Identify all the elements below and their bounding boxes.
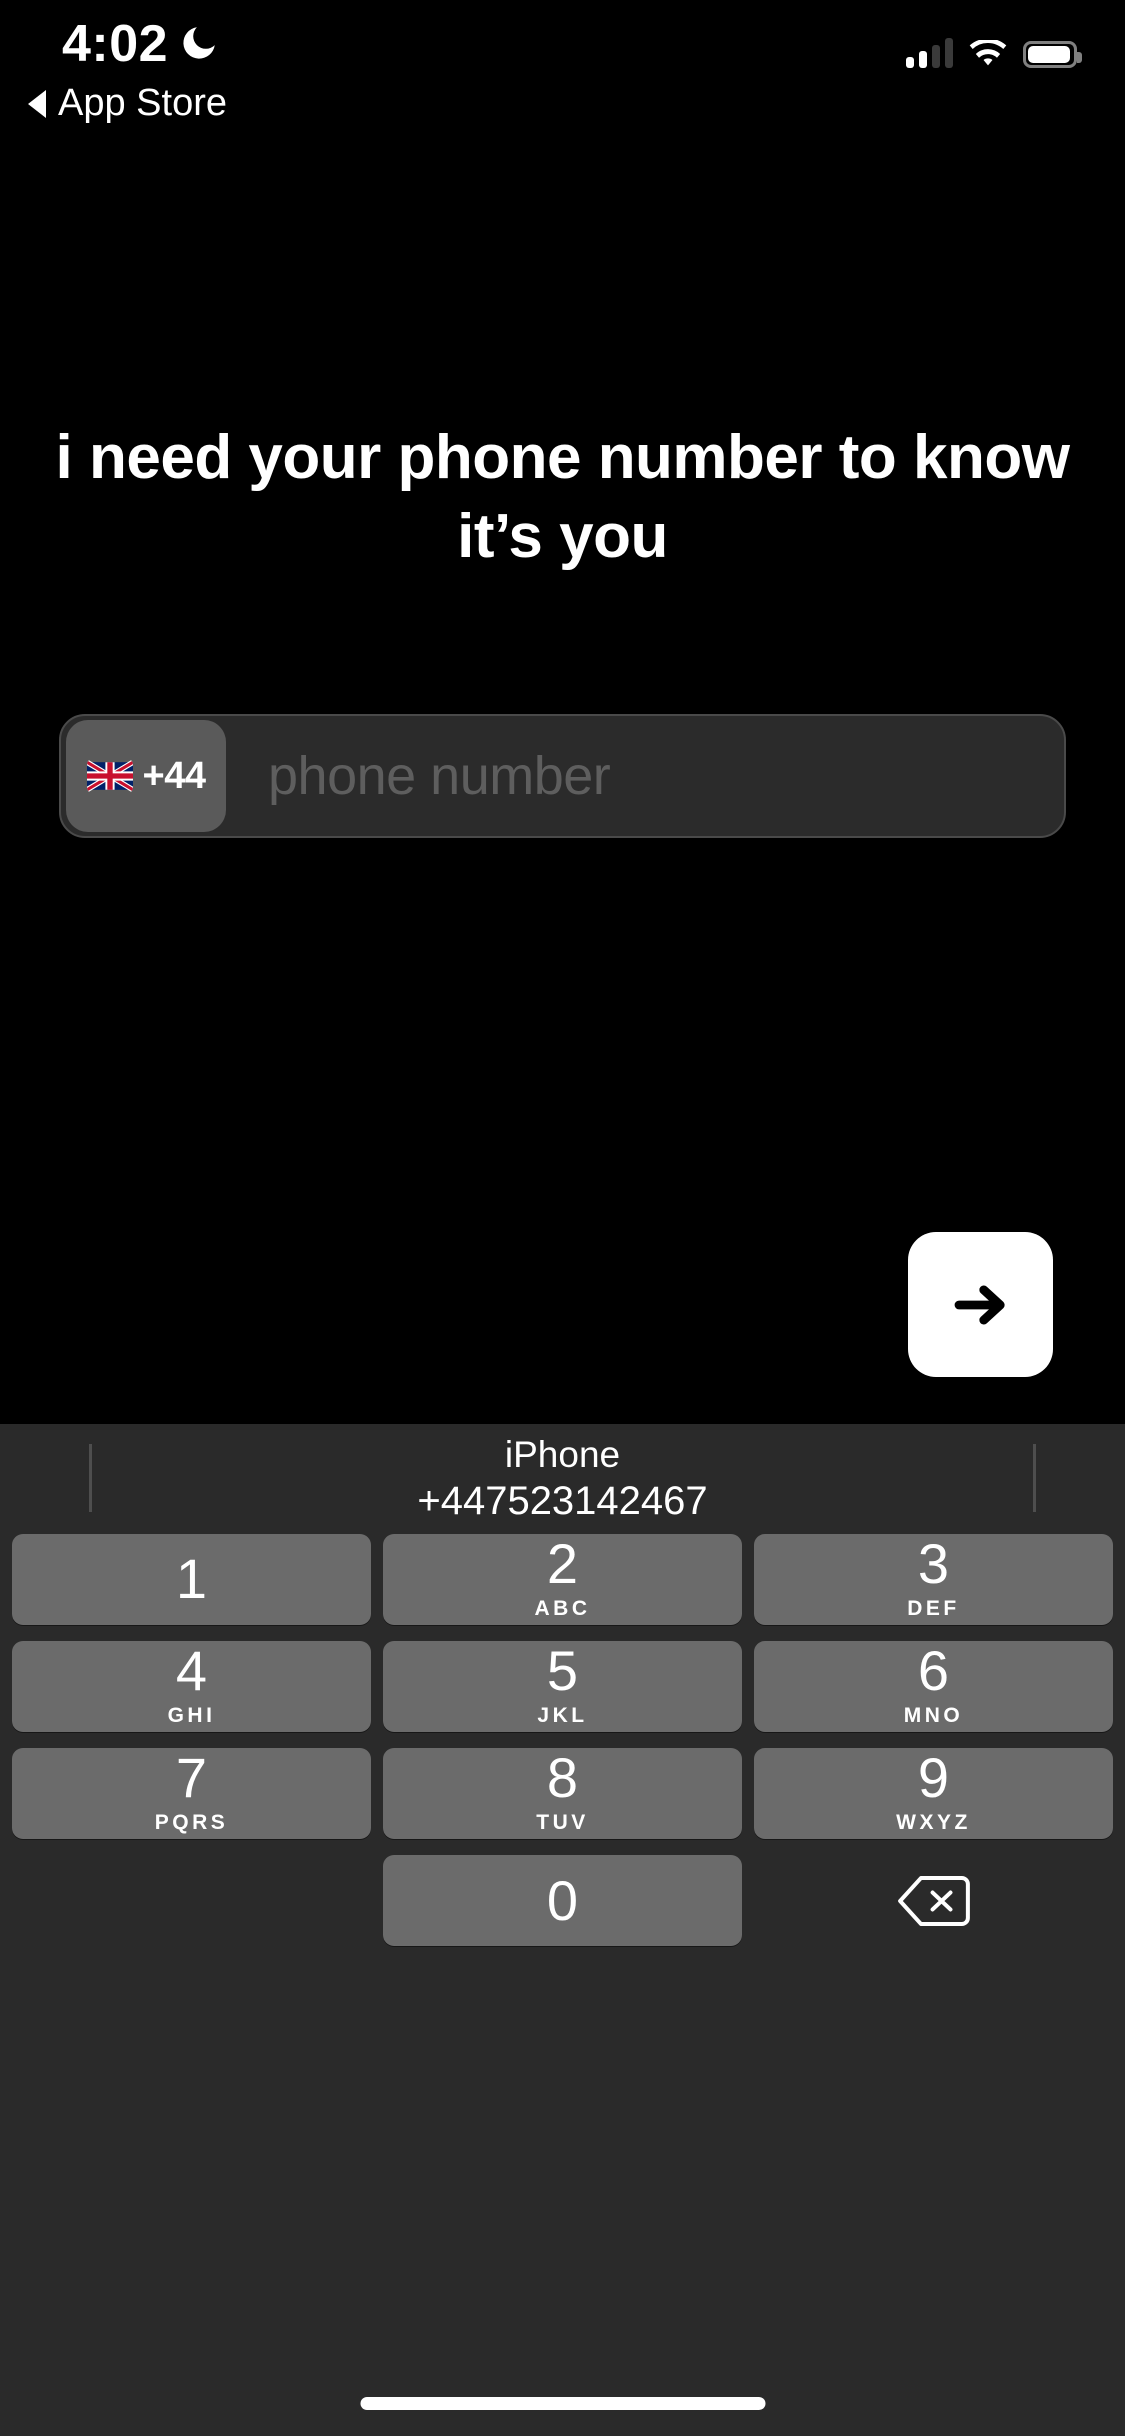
key-letters: JKL	[537, 1704, 588, 1727]
backspace-delete-icon	[897, 1875, 970, 1926]
back-triangle-icon	[28, 89, 46, 118]
battery-icon	[1023, 41, 1082, 68]
key-9[interactable]: 9 WXYZ	[754, 1748, 1113, 1839]
back-to-app-store-link[interactable]: App Store	[28, 82, 227, 125]
page-title: i need your phone number to know it’s yo…	[55, 423, 1070, 572]
key-letters: DEF	[907, 1597, 960, 1620]
key-letters: MNO	[903, 1704, 964, 1727]
status-bar-time: 4:02	[62, 15, 169, 73]
key-4[interactable]: 4 GHI	[12, 1641, 371, 1732]
phone-number-input[interactable]: phone number	[268, 745, 1064, 807]
key-letters: ABC	[534, 1597, 591, 1620]
key-digit: 3	[917, 1532, 950, 1595]
key-delete[interactable]	[754, 1855, 1113, 1946]
keypad: 1 2 ABC 3 DEF 4 GHI 5 JKL 6 MNO 7 PQRS 8…	[0, 1534, 1125, 1946]
key-0[interactable]: 0	[383, 1855, 742, 1946]
key-digit: 6	[917, 1639, 950, 1702]
key-digit: 1	[175, 1546, 208, 1610]
key-digit: 2	[546, 1532, 579, 1595]
keypad-row: 7 PQRS 8 TUV 9 WXYZ	[12, 1748, 1113, 1839]
autofill-source-label: iPhone	[504, 1434, 621, 1475]
crescent-moon-icon	[183, 27, 215, 59]
key-1[interactable]: 1	[12, 1534, 371, 1625]
key-letters: TUV	[536, 1811, 589, 1834]
key-digit: 4	[175, 1639, 208, 1702]
phone-number-field[interactable]: +44 phone number	[59, 714, 1066, 838]
key-8[interactable]: 8 TUV	[383, 1748, 742, 1839]
submit-button[interactable]	[908, 1232, 1053, 1377]
country-code-selector[interactable]: +44	[66, 720, 226, 832]
keypad-row: 0	[12, 1855, 1113, 1946]
autofill-bar[interactable]: iPhone +447523142467	[0, 1424, 1125, 1534]
back-link-label: App Store	[58, 82, 227, 124]
phone-number-entry-screen: 4:02 App Store i need your phone number …	[0, 0, 1125, 2436]
key-digit: 9	[917, 1746, 950, 1809]
keypad-row: 1 2 ABC 3 DEF	[12, 1534, 1113, 1625]
arrow-right-icon	[954, 1284, 1005, 1325]
key-digit: 8	[546, 1746, 579, 1809]
autofill-number: +447523142467	[417, 1479, 708, 1524]
key-letters: WXYZ	[896, 1811, 971, 1834]
key-5[interactable]: 5 JKL	[383, 1641, 742, 1732]
key-letters: PQRS	[154, 1811, 229, 1834]
status-bar-indicators	[906, 38, 1082, 68]
home-indicator	[360, 2397, 765, 2410]
key-digit: 5	[546, 1639, 579, 1702]
key-6[interactable]: 6 MNO	[754, 1641, 1113, 1732]
key-spacer	[12, 1855, 371, 1946]
key-7[interactable]: 7 PQRS	[12, 1748, 371, 1839]
numeric-keyboard: iPhone +447523142467 1 2 ABC 3 DEF 4 GHI…	[0, 1424, 1125, 2436]
country-code-label: +44	[142, 754, 206, 797]
key-letters: GHI	[167, 1704, 216, 1727]
key-digit: 0	[546, 1868, 579, 1932]
signal-bars-icon	[906, 38, 953, 68]
key-3[interactable]: 3 DEF	[754, 1534, 1113, 1625]
key-2[interactable]: 2 ABC	[383, 1534, 742, 1625]
key-digit: 7	[175, 1746, 208, 1809]
keypad-row: 4 GHI 5 JKL 6 MNO	[12, 1641, 1113, 1732]
wifi-icon	[969, 40, 1007, 66]
uk-flag-icon	[86, 759, 133, 793]
autofill-suggestion[interactable]: iPhone +447523142467	[0, 1432, 1125, 1526]
